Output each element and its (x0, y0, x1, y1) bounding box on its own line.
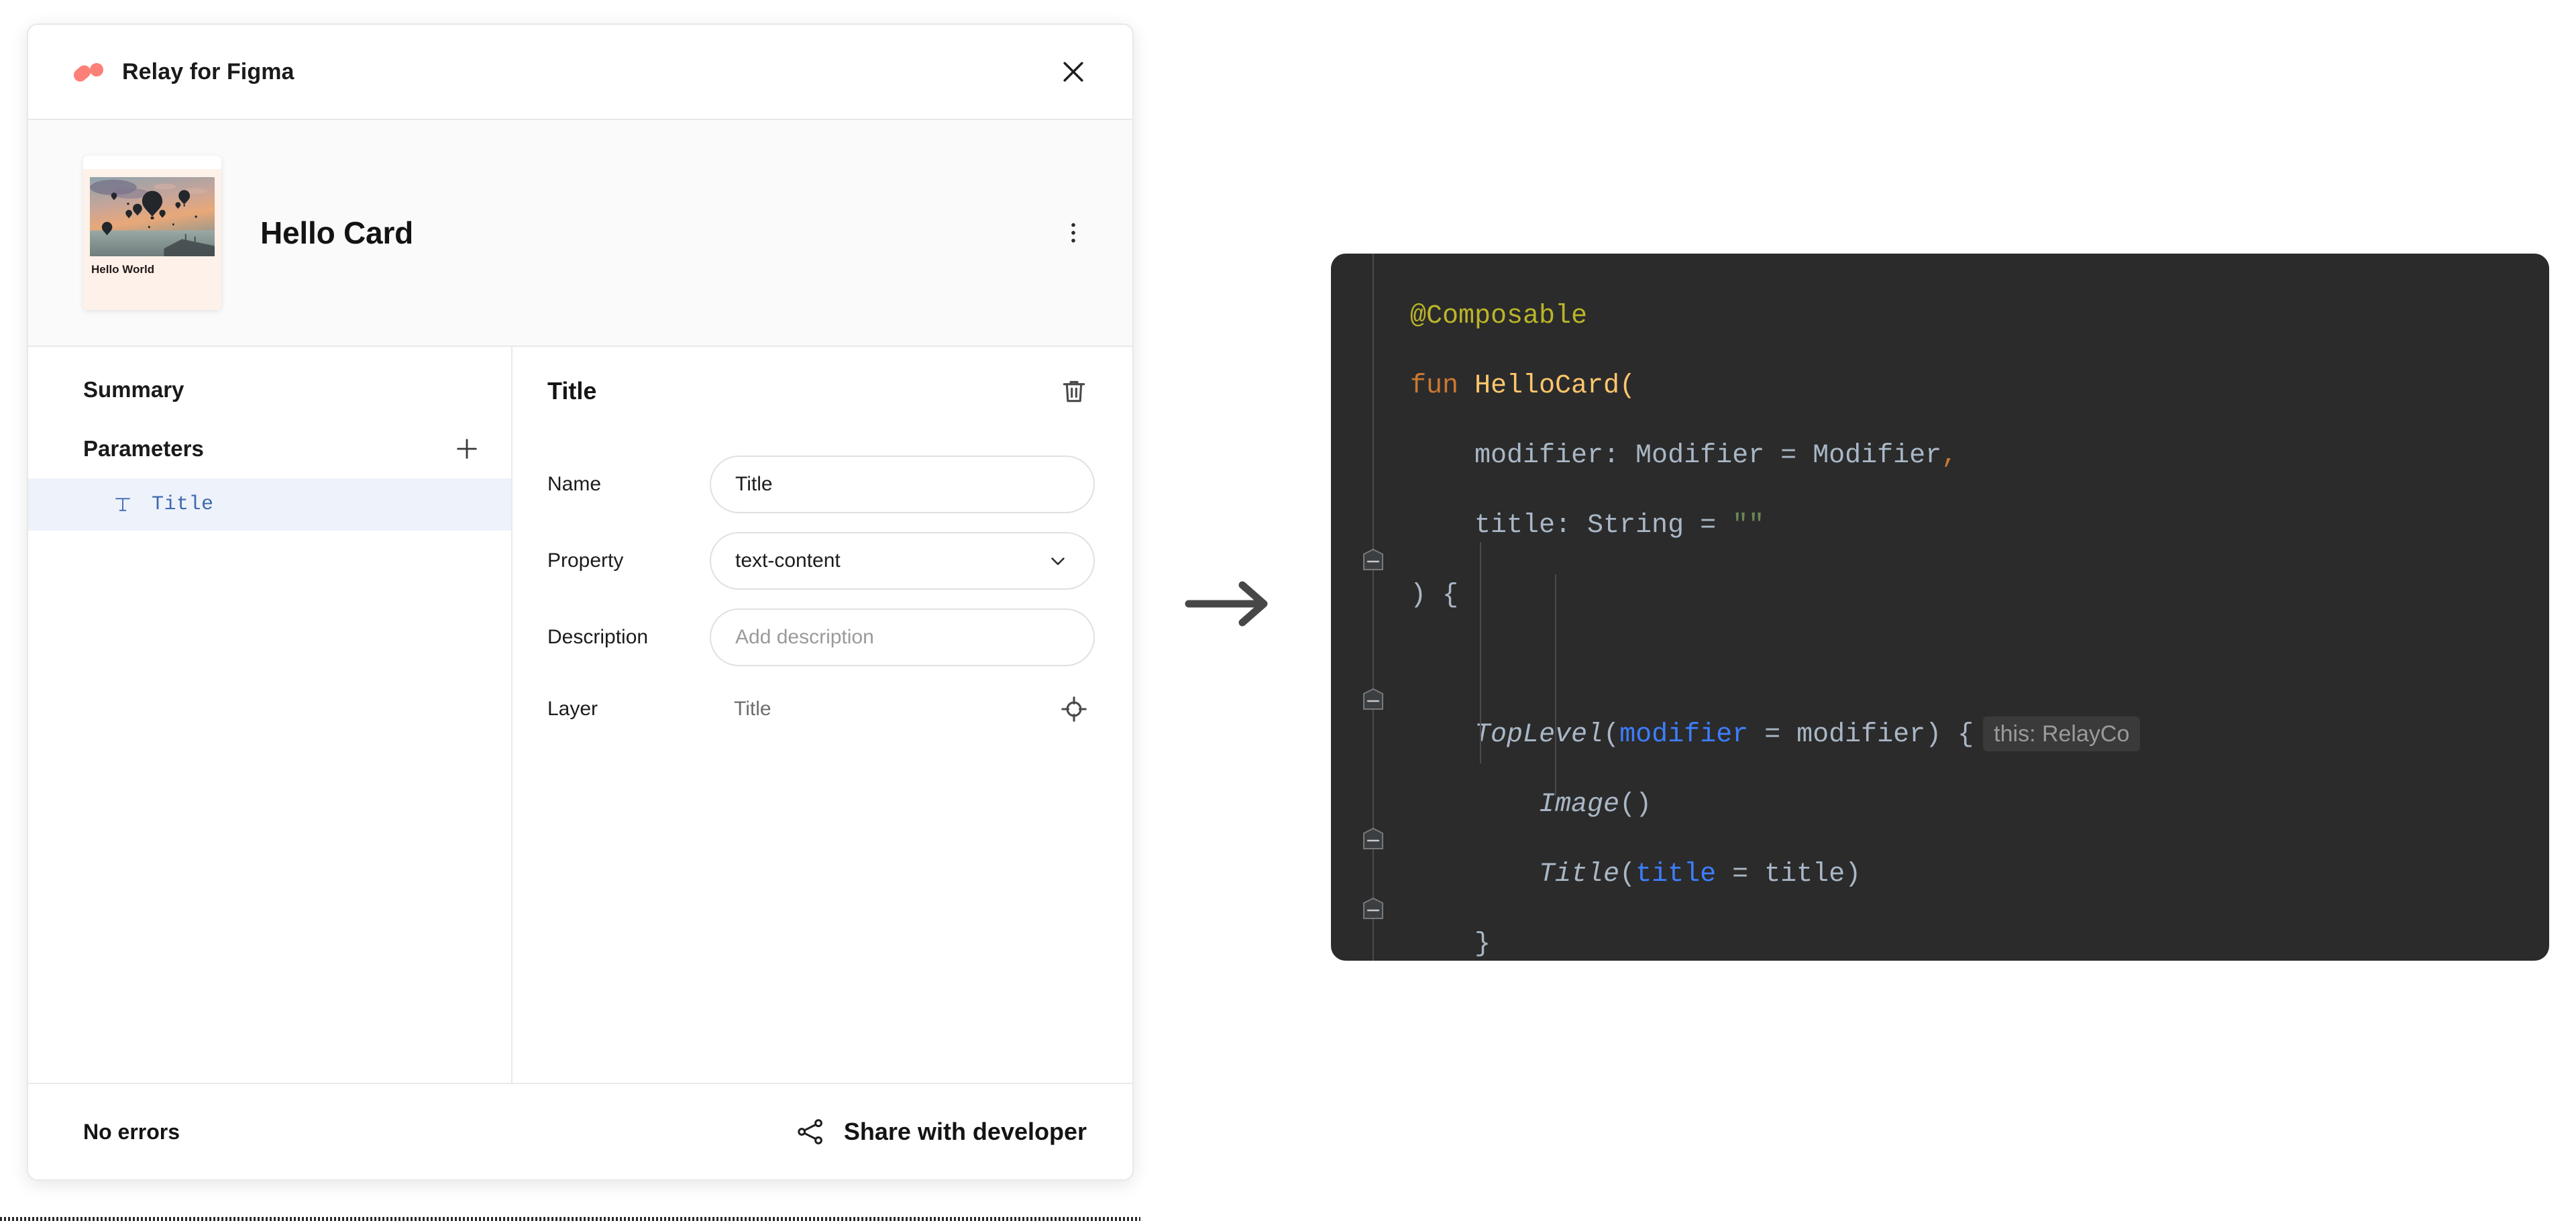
layer-value: Title (734, 698, 771, 720)
plugin-title: Relay for Figma (122, 58, 294, 85)
code-token: "" (1732, 511, 1765, 541)
text-type-icon (111, 493, 134, 516)
trash-icon (1063, 380, 1085, 403)
code-token: } (1410, 929, 1491, 959)
parameters-label: Parameters (83, 436, 204, 461)
parameter-name: Title (152, 493, 214, 516)
page-bottom-edge (0, 1217, 1140, 1221)
code-line: ) { (1395, 561, 2549, 631)
summary-label: Summary (83, 377, 184, 402)
name-input[interactable]: Title (710, 456, 1095, 513)
parameter-list-item-title[interactable]: Title (28, 478, 511, 531)
code-line: fun HelloCard( (1395, 352, 2549, 421)
code-token: () (1619, 790, 1652, 820)
share-with-developer-label: Share with developer (843, 1118, 1087, 1145)
code-line: TopLevel(modifier = modifier) { this: Rel… (1395, 700, 2549, 770)
generated-code-panel: @Composable fun HelloCard( modifier: Modi… (1331, 254, 2549, 961)
code-fold-marker[interactable] (1362, 827, 1385, 855)
code-token: modifier: Modifier = Modifier (1410, 441, 1942, 471)
layer-field-label: Layer (547, 698, 598, 720)
component-thumbnail[interactable]: Hello World (83, 156, 221, 310)
code-token: = modifier) { (1748, 720, 1974, 750)
parameters-section-header: Parameters (28, 419, 511, 478)
parameter-detail-pane: Title Name Title Property text-content D… (513, 347, 1132, 1083)
code-token: @Composable (1410, 301, 1588, 331)
code-token: ( (1603, 720, 1620, 750)
code-token: fun (1410, 371, 1475, 401)
code-token: modifier (1619, 720, 1749, 750)
error-status-label: No errors (83, 1119, 180, 1144)
detail-title: Title (547, 377, 597, 405)
thumbnail-frame: Hello World (83, 169, 221, 310)
kebab-menu-icon (1071, 223, 1075, 243)
crosshair-icon (1061, 696, 1087, 722)
locate-layer-button[interactable] (1053, 688, 1095, 730)
indent-guide (1480, 542, 1481, 763)
description-field-label: Description (547, 626, 649, 648)
field-row-name: Name Title (547, 456, 1095, 513)
field-row-description: Description Add description (547, 608, 1095, 666)
plugin-titlebar: Relay for Figma (28, 25, 1132, 120)
property-select-value: text-content (735, 549, 841, 572)
code-token: HelloCard( (1474, 371, 1636, 401)
code-token: , (1941, 441, 1958, 471)
code-line: modifier: Modifier = Modifier, (1395, 421, 2549, 491)
add-parameter-button[interactable] (448, 430, 486, 468)
property-select[interactable]: text-content (710, 532, 1095, 590)
field-row-layer: Layer Title (547, 685, 1095, 733)
balloons-thumbnail-image (90, 177, 215, 256)
name-input-value: Title (735, 473, 773, 495)
component-header: Hello World Hello Card (28, 120, 1132, 347)
detail-header: Title (547, 360, 1095, 422)
code-fold-marker[interactable] (1362, 897, 1385, 924)
property-field-label: Property (547, 549, 624, 572)
thumbnail-caption: Hello World (91, 263, 155, 276)
relay-logo-icon (73, 63, 103, 82)
field-row-property: Property text-content (547, 532, 1095, 590)
share-icon (798, 1119, 822, 1145)
arrow-right-icon (1185, 581, 1268, 627)
plugin-body: Summary Parameters Title Title Name Titl… (28, 347, 1132, 1083)
description-input-placeholder: Add description (735, 626, 874, 648)
share-with-developer-button[interactable]: Share with developer (790, 1109, 1091, 1155)
plugin-sidebar: Summary Parameters Title (28, 347, 513, 1083)
code-fold-marker[interactable] (1362, 548, 1385, 576)
name-field-label: Name (547, 473, 602, 495)
code-token: Image (1410, 790, 1620, 820)
close-button[interactable] (1052, 50, 1095, 93)
overflow-menu-button[interactable] (1052, 211, 1095, 254)
code-line: Title(title = title) (1395, 840, 2549, 910)
sidebar-item-summary[interactable]: Summary (28, 360, 511, 419)
delete-parameter-button[interactable] (1053, 370, 1095, 412)
code-token: = title) (1716, 859, 1862, 890)
chevron-down-icon (1051, 558, 1065, 566)
code-token: title: String = (1410, 511, 1733, 541)
code-line: title: String = "" (1395, 491, 2549, 561)
code-token: TopLevel (1410, 720, 1604, 750)
code-line: @Composable (1395, 282, 2549, 352)
code-token: title (1635, 859, 1717, 890)
indent-guide (1555, 574, 1556, 796)
code-gutter (1331, 254, 1395, 961)
plugin-footer: No errors Share with developer (28, 1083, 1132, 1179)
code-token: ( (1619, 859, 1636, 890)
code-editor-content[interactable]: @Composable fun HelloCard( modifier: Modi… (1395, 254, 2549, 961)
relay-plugin-window: Relay for Figma Hello World Hello Card S… (27, 23, 1134, 1181)
description-input[interactable]: Add description (710, 608, 1095, 666)
component-name: Hello Card (260, 215, 414, 250)
code-token: Title (1410, 859, 1620, 890)
screen: Relay for Figma Hello World Hello Card S… (0, 0, 2576, 1221)
close-icon (1063, 62, 1083, 82)
code-fold-marker[interactable] (1362, 688, 1385, 715)
code-line: } (1395, 910, 2549, 961)
code-token: ) { (1410, 580, 1459, 610)
inlay-hint-chip: this: RelayCo (1983, 716, 2141, 752)
plus-icon (457, 439, 477, 459)
code-line: Image() (1395, 770, 2549, 840)
